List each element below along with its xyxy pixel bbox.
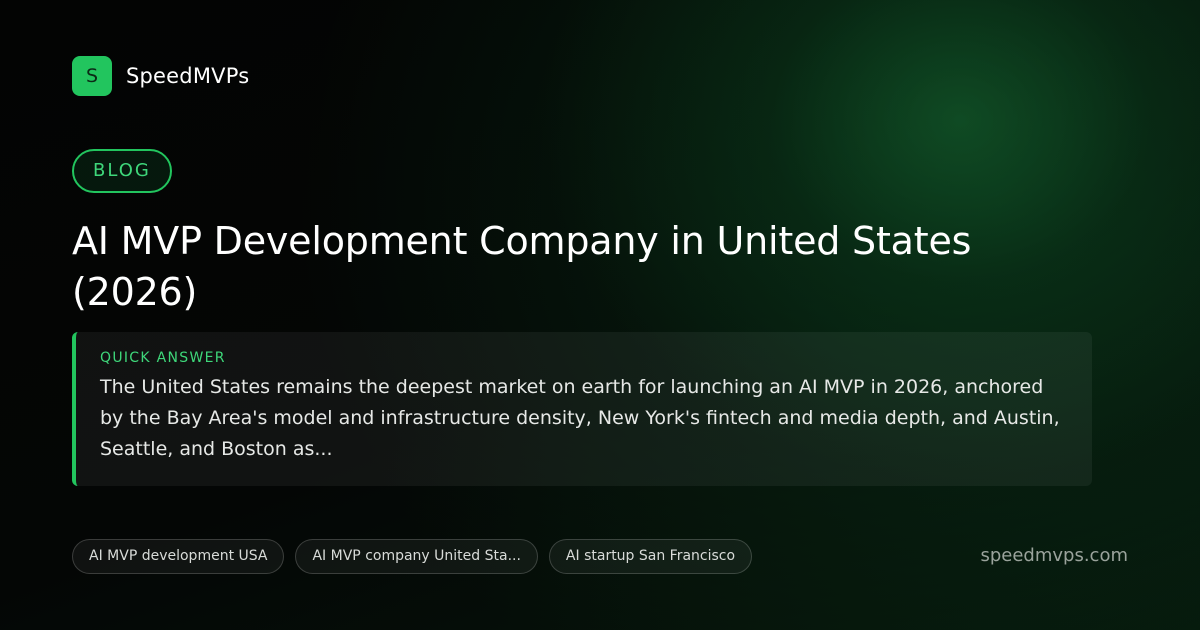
- brand: S SpeedMVPs: [72, 56, 249, 96]
- tag-chip: AI MVP development USA: [72, 539, 285, 574]
- site-url: speedmvps.com: [980, 545, 1128, 566]
- quick-answer-label: QUICK ANSWER: [100, 350, 226, 366]
- category-badge: BLOG: [72, 149, 172, 193]
- tag-chip: AI startup San Francisco: [548, 539, 753, 574]
- tag-chip: AI MVP company United Sta...: [295, 539, 538, 574]
- logo-icon: S: [72, 56, 112, 96]
- brand-name: SpeedMVPs: [126, 64, 250, 88]
- quick-answer-box: QUICK ANSWER The United States remains t…: [72, 332, 1092, 486]
- quick-answer-text: The United States remains the deepest ma…: [100, 376, 1060, 460]
- page-title: AI MVP Development Company in United Sta…: [72, 219, 972, 314]
- tag-list: AI MVP development USA AI MVP company Un…: [72, 539, 753, 574]
